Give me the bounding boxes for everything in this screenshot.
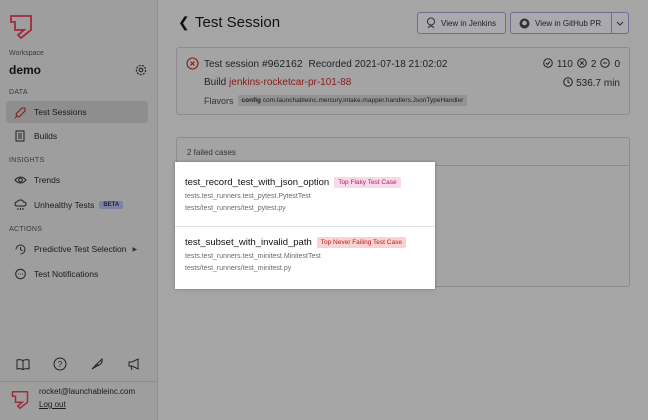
clock-icon [563,77,573,90]
book-icon[interactable] [16,357,30,371]
launchable-logo-icon[interactable] [9,14,33,40]
chevron-down-icon[interactable] [611,13,628,33]
failed-case-item[interactable]: test_record_test_with_json_option Top Fl… [185,177,430,212]
session-header: Test session #962162 Recorded 2021-07-18… [204,58,447,70]
logout-link[interactable]: Log out [39,400,66,409]
build-link[interactable]: jenkins-rocketcar-pr-101-88 [229,77,351,88]
eye-icon [13,173,27,187]
build-label: Build [204,77,227,88]
session-recorded: Recorded 2021-07-18 21:02:02 [308,59,448,70]
avatar [11,391,29,410]
case-file: tests/test_runners/test_pytest.py [185,205,286,212]
case-class-path: tests.test_runners.test_minitest.Minites… [185,253,321,260]
never-failing-tag: Top Never Failing Test Case [316,237,406,248]
sidebar: Workspace demo DATA Test Sessions Builds… [0,0,158,420]
builds-icon [13,129,27,143]
flavor-chip: config com.launchableinc.mercury.intake.… [237,95,468,106]
section-insights: INSIGHTS [9,157,45,164]
github-button-label: View in GitHub PR [535,18,602,28]
sidebar-item-test-sessions[interactable]: Test Sessions [6,101,148,123]
duration-value: 536.7 min [576,78,620,89]
failed-cases-popover: test_record_test_with_json_option Top Fl… [175,162,435,289]
sidebar-item-label: Unhealthy Tests [34,200,95,210]
chat-bubble-icon [13,267,27,281]
github-icon [519,18,530,29]
help-icon[interactable]: ? [53,357,67,371]
session-summary-card: Test session #962162 Recorded 2021-07-18… [176,47,630,115]
megaphone-icon[interactable] [127,357,141,371]
page-title: Test Session [195,14,281,31]
error-circle-icon [186,57,199,70]
section-actions: ACTIONS [9,226,43,233]
build-line: Build jenkins-rocketcar-pr-101-88 [204,77,351,88]
sidebar-item-test-notifications[interactable]: Test Notifications [6,263,148,285]
minus-circle-icon [600,58,611,71]
sidebar-item-label: Builds [34,131,58,141]
case-divider [175,226,435,227]
flavor-value: com.launchableinc.mercury.intake.mapper.… [262,97,464,104]
workspace-label: Workspace [9,50,44,57]
view-in-jenkins-button[interactable]: View in Jenkins [417,12,506,34]
sidebar-item-label: Test Sessions [34,107,87,117]
workspace-name[interactable]: demo [9,63,41,77]
sidebar-item-label: Predictive Test Selection [34,244,127,254]
skipped-count: 0 [614,59,620,70]
feather-icon[interactable] [90,357,104,371]
flavors-label: Flavors [204,95,234,106]
failed-count-label: 2 failed cases [187,148,236,157]
session-id: #962162 [261,58,303,70]
svg-text:?: ? [58,360,63,369]
failed-case-item[interactable]: test_subset_with_invalid_path Top Never … [185,237,430,272]
session-stats: 110 2 0 [543,58,620,71]
flavors-line: Flavors config com.launchableinc.mercury… [204,95,468,106]
expand-arrow-icon[interactable]: ▶ [132,246,137,253]
flavor-key: config [241,97,262,104]
flaky-tag: Top Flaky Test Case [334,177,401,188]
sidebar-item-predictive-test-selection[interactable]: Predictive Test Selection ▶ [6,238,148,260]
section-data: DATA [9,89,28,96]
jenkins-icon [426,17,436,29]
sidebar-divider [0,381,158,382]
check-circle-icon [543,58,553,71]
predictive-icon [13,242,27,256]
case-file: tests/test_runners/test_minitest.py [185,265,292,272]
jenkins-button-label: View in Jenkins [441,18,496,28]
x-circle-icon [577,58,587,71]
failed-count: 2 [590,59,597,70]
gear-icon[interactable] [134,63,148,77]
session-label: Test session [204,59,260,70]
case-name[interactable]: test_record_test_with_json_option [185,177,329,188]
case-class-path: tests.test_runners.test_pytest.PytestTes… [185,193,311,200]
sidebar-item-label: Trends [34,175,61,185]
sidebar-item-trends[interactable]: Trends [6,169,148,191]
beta-badge: BETA [99,201,124,209]
case-name[interactable]: test_subset_with_invalid_path [185,237,312,248]
passed-count: 110 [556,59,573,70]
sidebar-item-label: Test Notifications [34,269,99,279]
sidebar-item-builds[interactable]: Builds [6,125,148,147]
sidebar-item-unhealthy-tests[interactable]: Unhealthy Tests BETA [6,194,148,216]
duration: 536.7 min [563,77,620,90]
main-content: ❮ Test Session View in Jenkins View in G… [159,0,648,420]
view-in-github-button[interactable]: View in GitHub PR [510,12,629,34]
back-arrow-icon[interactable]: ❮ [178,14,190,31]
cloud-rain-icon [13,198,27,212]
rocket-icon [13,105,27,119]
user-email: rocket@launchableinc.com [39,387,136,396]
